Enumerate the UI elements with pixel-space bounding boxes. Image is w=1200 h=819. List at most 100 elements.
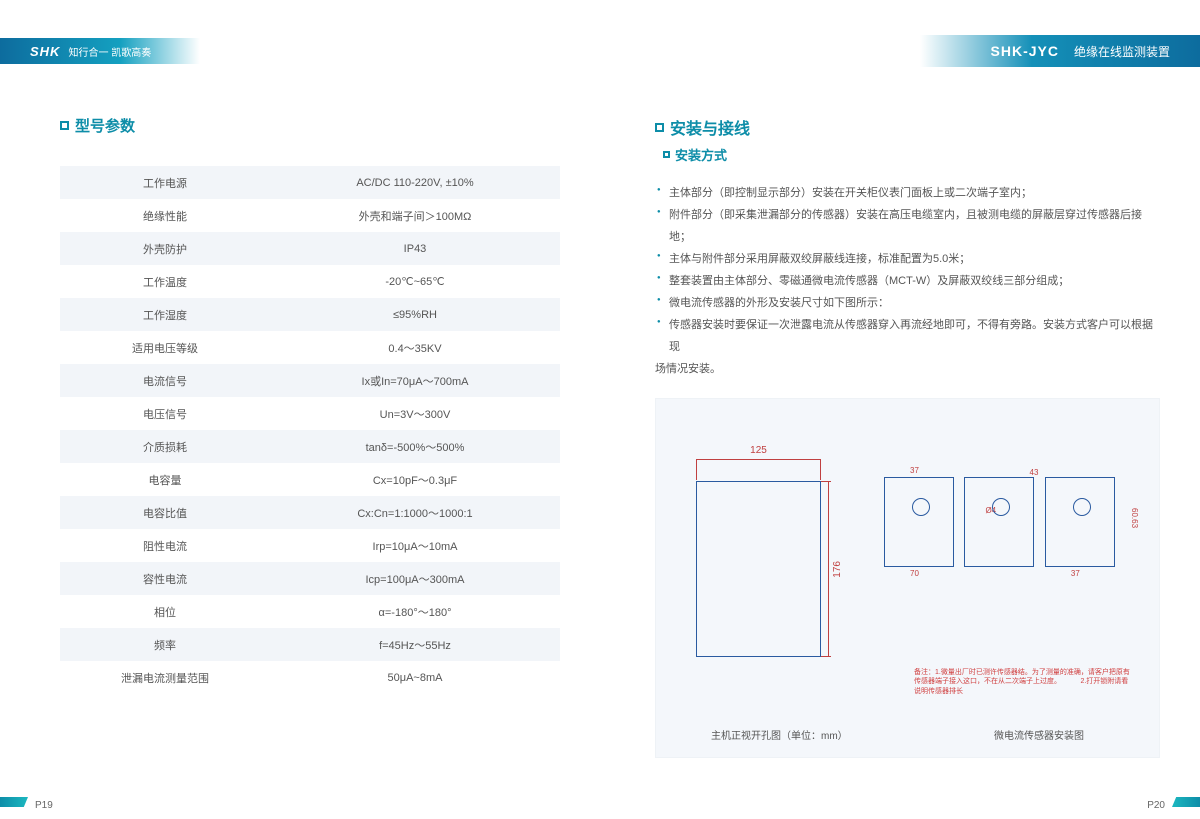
- left-page: SHK 知行合一 凯歌高奏 型号参数 工作电源AC/DC 110-220V, ±…: [0, 0, 600, 819]
- install-subtitle: 安装方式: [663, 145, 1160, 164]
- table-row: 介质损耗tanδ=-500%～500%: [60, 430, 560, 463]
- spec-section-title: 型号参数: [60, 115, 560, 136]
- table-row: 阻性电流Irp=10μA～10mA: [60, 529, 560, 562]
- table-row: 绝缘性能外壳和端子间＞100MΩ: [60, 199, 560, 232]
- table-row: 工作温度-20℃~65℃: [60, 265, 560, 298]
- table-row: 频率f=45Hz～55Hz: [60, 628, 560, 661]
- right-page: SHK-JYC 绝缘在线监测装置 安装与接线 安装方式 主体部分（即控制显示部分…: [600, 0, 1200, 819]
- install-title-text: 安装与接线: [670, 115, 750, 139]
- spec-value: -20℃~65℃: [270, 265, 560, 298]
- spec-label: 电压信号: [60, 397, 270, 430]
- spec-title-text: 型号参数: [75, 115, 135, 136]
- spec-value: f=45Hz～55Hz: [270, 628, 560, 661]
- brand-logo: SHK: [30, 44, 60, 59]
- spec-label: 介质损耗: [60, 430, 270, 463]
- square-bullet-icon: [60, 121, 69, 130]
- left-page-number: P19: [35, 800, 53, 811]
- brand-slogan: 知行合一 凯歌高奏: [68, 44, 151, 59]
- spec-value: Icp=100μA～300mA: [270, 562, 560, 595]
- spec-value: Ix或In=70μA～700mA: [270, 364, 560, 397]
- spec-value: Cx:Cn=1:1000～1000:1: [270, 496, 560, 529]
- left-header-banner: SHK 知行合一 凯歌高奏: [0, 38, 200, 64]
- spec-label: 电容量: [60, 463, 270, 496]
- spec-label: 容性电流: [60, 562, 270, 595]
- install-section-title: 安装与接线: [655, 115, 1160, 139]
- square-bullet-icon: [655, 123, 664, 132]
- host-rectangle: [696, 481, 821, 657]
- list-item: 微电流传感器的外形及安装尺寸如下图所示：: [655, 292, 1160, 314]
- spec-value: 外壳和端子间＞100MΩ: [270, 199, 560, 232]
- spec-label: 频率: [60, 628, 270, 661]
- list-item: 附件部分（即采集泄漏部分的传感器）安装在高压电缆室内，且被测电缆的屏蔽层穿过传感…: [655, 204, 1160, 248]
- table-row: 工作电源AC/DC 110-220V, ±10%: [60, 166, 560, 199]
- sensor-shape-3: 60.63 37: [1045, 477, 1115, 567]
- spec-value: Un=3V～300V: [270, 397, 560, 430]
- footer-accent-icon: [1172, 797, 1200, 807]
- install-bullet-list: 主体部分（即控制显示部分）安装在开关柜仪表门面板上或二次端子室内；附件部分（即采…: [655, 182, 1160, 380]
- sensor-dim: 37: [1071, 569, 1080, 578]
- spec-label: 工作温度: [60, 265, 270, 298]
- page-spread: SHK 知行合一 凯歌高奏 型号参数 工作电源AC/DC 110-220V, ±…: [0, 0, 1200, 819]
- table-row: 容性电流Icp=100μA～300mA: [60, 562, 560, 595]
- host-diagram: 125 176: [696, 459, 851, 669]
- table-row: 工作湿度≤95%RH: [60, 298, 560, 331]
- spec-value: 50μA~8mA: [270, 661, 560, 694]
- spec-label: 绝缘性能: [60, 199, 270, 232]
- sensor-dim: 43: [1030, 468, 1039, 477]
- spec-value: 0.4～35KV: [270, 331, 560, 364]
- dimension-top: 125: [696, 459, 821, 471]
- diagram-area: 125 176 37 70 43 Ø4 60.63 37: [655, 398, 1160, 758]
- right-page-number: P20: [1147, 800, 1165, 811]
- diagram-caption-right: 微电流传感器安装图: [994, 727, 1084, 742]
- spec-label: 适用电压等级: [60, 331, 270, 364]
- spec-value: Irp=10μA～10mA: [270, 529, 560, 562]
- spec-label: 阻性电流: [60, 529, 270, 562]
- sensor-dim: Ø4: [985, 506, 996, 515]
- right-content: 安装与接线 安装方式 主体部分（即控制显示部分）安装在开关柜仪表门面板上或二次端…: [655, 115, 1160, 758]
- list-item-continuation: 场情况安装。: [655, 358, 1160, 380]
- diagram-warning-text: 备注：1.微量出厂时已测许传感器结。为了测量的准确，请客户把原有传感器端子接入这…: [914, 668, 1134, 697]
- list-item: 整套装置由主体部分、零磁通微电流传感器（MCT-W）及屏蔽双绞线三部分组成；: [655, 270, 1160, 292]
- square-bullet-small-icon: [663, 151, 670, 158]
- sensor-dim: 60.63: [1130, 508, 1139, 528]
- right-header-banner: SHK-JYC 绝缘在线监测装置: [920, 35, 1200, 67]
- product-code: SHK-JYC: [991, 43, 1059, 59]
- spec-label: 工作电源: [60, 166, 270, 199]
- dim-width-value: 125: [750, 445, 767, 456]
- table-row: 电容量Cx=10pF～0.3μF: [60, 463, 560, 496]
- dimension-right: 176: [828, 481, 843, 657]
- spec-label: 外壳防护: [60, 232, 270, 265]
- spec-label: 工作湿度: [60, 298, 270, 331]
- spec-label: 泄漏电流测量范围: [60, 661, 270, 694]
- sensor-dim: 37: [910, 466, 919, 475]
- table-row: 电容比值Cx:Cn=1:1000～1000:1: [60, 496, 560, 529]
- spec-value: α=-180°～180°: [270, 595, 560, 628]
- install-subtitle-text: 安装方式: [675, 145, 727, 164]
- footer-accent-icon: [0, 797, 28, 807]
- table-row: 电压信号Un=3V～300V: [60, 397, 560, 430]
- table-row: 适用电压等级0.4～35KV: [60, 331, 560, 364]
- spec-label: 电容比值: [60, 496, 270, 529]
- spec-value: tanδ=-500%～500%: [270, 430, 560, 463]
- spec-value: IP43: [270, 232, 560, 265]
- dim-height-value: 176: [832, 561, 843, 578]
- table-row: 泄漏电流测量范围50μA~8mA: [60, 661, 560, 694]
- list-item: 传感器安装时要保证一次泄露电流从传感器穿入再流经地即可，不得有旁路。安装方式客户…: [655, 314, 1160, 358]
- sensor-diagrams: 37 70 43 Ø4 60.63 37: [884, 477, 1134, 607]
- spec-value: Cx=10pF～0.3μF: [270, 463, 560, 496]
- table-row: 相位α=-180°～180°: [60, 595, 560, 628]
- table-row: 外壳防护IP43: [60, 232, 560, 265]
- sensor-dim: 70: [910, 569, 919, 578]
- spec-label: 电流信号: [60, 364, 270, 397]
- spec-table: 工作电源AC/DC 110-220V, ±10%绝缘性能外壳和端子间＞100MΩ…: [60, 166, 560, 694]
- diagram-caption-left: 主机正视开孔图（单位：mm）: [711, 727, 848, 742]
- table-row: 电流信号Ix或In=70μA～700mA: [60, 364, 560, 397]
- sensor-shape-2: 43 Ø4: [964, 477, 1034, 567]
- product-name: 绝缘在线监测装置: [1074, 43, 1170, 60]
- spec-value: ≤95%RH: [270, 298, 560, 331]
- left-content: 型号参数 工作电源AC/DC 110-220V, ±10%绝缘性能外壳和端子间＞…: [60, 115, 560, 694]
- spec-value: AC/DC 110-220V, ±10%: [270, 166, 560, 199]
- sensor-shape-1: 37 70: [884, 477, 954, 567]
- list-item: 主体与附件部分采用屏蔽双绞屏蔽线连接，标准配置为5.0米；: [655, 248, 1160, 270]
- spec-label: 相位: [60, 595, 270, 628]
